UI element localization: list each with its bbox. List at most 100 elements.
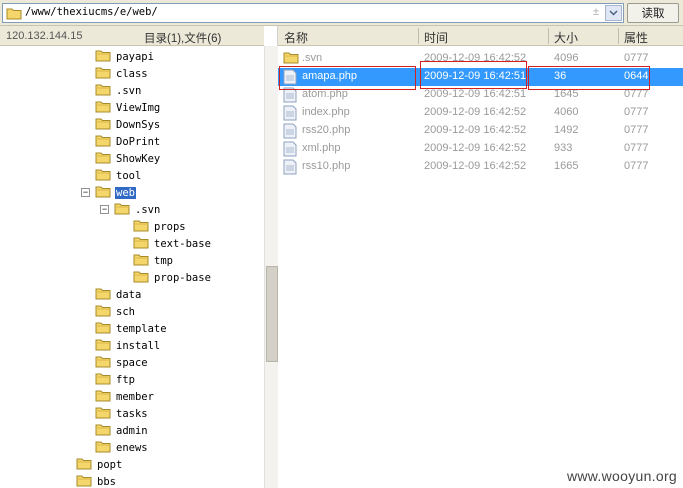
folder-icon: [95, 355, 111, 371]
tree-node[interactable]: ftp: [95, 371, 136, 388]
folder-icon: [95, 287, 111, 303]
column-time[interactable]: 时间: [424, 29, 448, 46]
folder-icon: [95, 49, 111, 65]
path-input[interactable]: /www/thexiucms/e/web/ ±: [2, 3, 624, 23]
tree-node[interactable]: bbs: [76, 473, 117, 488]
tree-node-label: tmp: [154, 254, 173, 267]
tree-node-label: DoPrint: [116, 135, 161, 148]
folder-icon: [95, 406, 111, 422]
tree-node[interactable]: popt: [76, 456, 123, 473]
column-attr[interactable]: 属性: [624, 29, 648, 46]
folder-icon: [95, 321, 111, 337]
file-name: xml.php: [302, 142, 341, 154]
tree-node[interactable]: install: [95, 337, 161, 354]
chevron-down-icon: [609, 10, 618, 16]
tree-node[interactable]: .svn: [114, 201, 161, 218]
tree-node[interactable]: ShowKey: [95, 150, 161, 167]
file-name: rss20.php: [302, 124, 351, 136]
tree-node-label: space: [116, 356, 148, 369]
file-size: 933: [554, 142, 573, 154]
tree-node[interactable]: data: [95, 286, 142, 303]
path-dropdown-button[interactable]: [605, 5, 622, 21]
tree-node-label: DownSys: [116, 118, 161, 131]
tree-node[interactable]: template: [95, 320, 168, 337]
collapse-toggle-icon[interactable]: −: [100, 205, 109, 214]
file-attr: 0777: [624, 142, 649, 154]
file-attr: 0777: [624, 106, 649, 118]
folder-icon: [95, 440, 111, 456]
tree-node[interactable]: DownSys: [95, 116, 161, 133]
folder-icon: [133, 236, 149, 252]
file-time: 2009-12-09 16:42:52: [424, 124, 527, 136]
tree-node[interactable]: sch: [95, 303, 136, 320]
folder-icon: [133, 219, 149, 235]
tree-node-label: ShowKey: [116, 152, 161, 165]
file-row[interactable]: xml.php 2009-12-09 16:42:52 933 0777: [278, 140, 683, 158]
tree-node-label: payapi: [116, 50, 154, 63]
file-row[interactable]: index.php 2009-12-09 16:42:52 4060 0777: [278, 104, 683, 122]
file-row[interactable]: rss10.php 2009-12-09 16:42:52 1665 0777: [278, 158, 683, 176]
file-row[interactable]: rss20.php 2009-12-09 16:42:52 1492 0777: [278, 122, 683, 140]
tree-node-label: bbs: [97, 475, 116, 488]
tree-node-label: class: [116, 67, 148, 80]
tree-node-label: template: [116, 322, 167, 335]
tree-node-label: props: [154, 220, 186, 233]
tree-node[interactable]: ViewImg: [95, 99, 161, 116]
tree-node[interactable]: payapi: [95, 48, 155, 65]
tree-node[interactable]: DoPrint: [95, 133, 161, 150]
read-button[interactable]: 读取: [627, 3, 679, 23]
tree-node-label: text-base: [154, 237, 211, 250]
tree-node[interactable]: web: [95, 184, 136, 201]
file-list-panel: 名称 时间 大小 属性 .svn 2009-12-09 16:42:52 4096 0…: [278, 26, 683, 488]
folder-icon: [95, 185, 111, 201]
tree-scrollbar[interactable]: [264, 46, 278, 488]
annotation-box-size-attr: [528, 66, 650, 90]
tree-node[interactable]: text-base: [133, 235, 212, 252]
column-divider: [548, 28, 549, 44]
path-bar: /www/thexiucms/e/web/ ± 读取: [0, 0, 683, 26]
folder-icon: [95, 423, 111, 439]
tree-node[interactable]: admin: [95, 422, 149, 439]
file-icon: [283, 159, 297, 178]
tree-node[interactable]: tasks: [95, 405, 149, 422]
folder-icon: [95, 389, 111, 405]
file-name: .svn: [302, 52, 323, 64]
tree-node[interactable]: space: [95, 354, 149, 371]
tree-node[interactable]: enews: [95, 439, 149, 456]
tree-node-label: prop-base: [154, 271, 211, 284]
file-size: 4060: [554, 106, 579, 118]
tree-node-label: sch: [116, 305, 135, 318]
directory-summary: 目录(1),文件(6): [144, 33, 222, 45]
column-name[interactable]: 名称: [284, 29, 308, 46]
tree-node[interactable]: class: [95, 65, 149, 82]
column-size[interactable]: 大小: [554, 29, 578, 46]
file-size: 1492: [554, 124, 579, 136]
tree-node[interactable]: props: [133, 218, 187, 235]
folder-icon: [95, 304, 111, 320]
folder-icon: [283, 51, 299, 67]
tree-node[interactable]: member: [95, 388, 155, 405]
tree-node-label: ftp: [116, 373, 135, 386]
file-list-header: 名称 时间 大小 属性: [278, 26, 683, 46]
scrollbar-thumb[interactable]: [266, 266, 278, 362]
tree-node-label: ViewImg: [116, 101, 161, 114]
tree-node-label: data: [116, 288, 142, 301]
tree-node[interactable]: tmp: [133, 252, 174, 269]
folder-icon: [133, 253, 149, 269]
folder-icon: [95, 66, 111, 82]
directory-tree: payapi class .svn ViewImg DownSys DoPrint Show…: [0, 46, 264, 488]
watermark: www.wooyun.org: [566, 468, 677, 484]
tree-node[interactable]: .svn: [95, 82, 142, 99]
file-attr: 0777: [624, 124, 649, 136]
dropdown-marker: ±: [592, 6, 599, 18]
tree-node-label: .svn: [135, 203, 161, 216]
folder-icon: [95, 168, 111, 184]
tree-node-label: tasks: [116, 407, 148, 420]
file-size: 1665: [554, 160, 579, 172]
file-name: rss10.php: [302, 160, 351, 172]
tree-node[interactable]: tool: [95, 167, 142, 184]
folder-icon: [76, 474, 92, 488]
folder-icon: [114, 202, 130, 218]
tree-node[interactable]: prop-base: [133, 269, 212, 286]
collapse-toggle-icon[interactable]: −: [81, 188, 90, 197]
